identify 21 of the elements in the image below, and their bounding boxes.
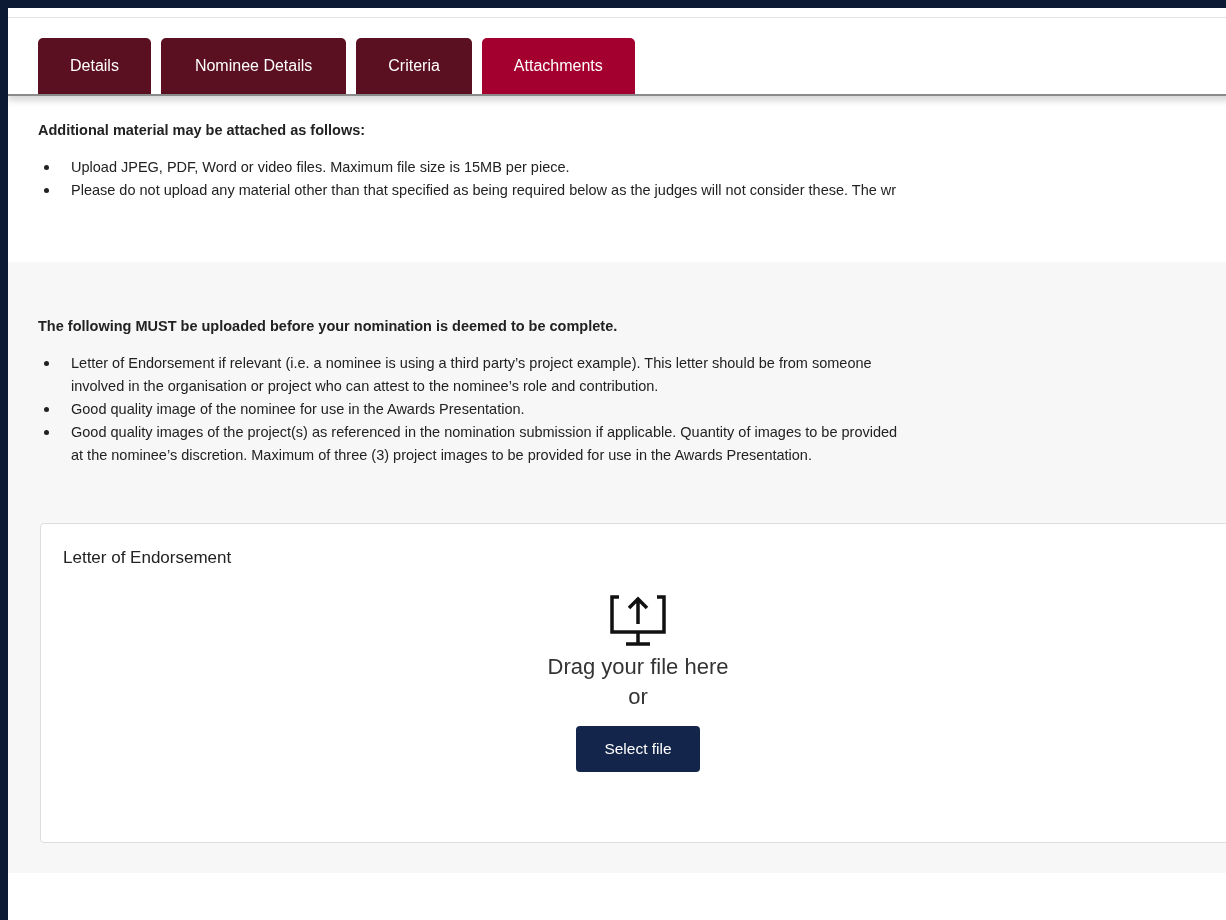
list-item-text: Good quality image of the nominee for use in the Awards Presentation. [71, 400, 525, 419]
list-item-text: Good quality images of the project(s) as referenced in the nomination submission if applicable. Quantity of images to be provided at the nominee’s discretion. Maximum of three (3) project images to be provided for use in the Awards Presentation. [71, 423, 898, 465]
or-text: or [628, 684, 648, 710]
bullet-icon [44, 165, 49, 170]
list-item-text: Please do not upload any material other than that specified as being required below as the judges will not consider these. The wr [71, 181, 897, 200]
bullet-icon [44, 188, 49, 193]
select-file-button[interactable]: Select file [576, 726, 700, 772]
list-item-text: Upload JPEG, PDF, Word or video files. Maximum file size is 15MB per piece. [71, 158, 570, 177]
upload-title: Letter of Endorsement [63, 548, 233, 568]
drop-text: Drag your file here [547, 654, 729, 680]
section-heading: Additional material may be attached as follows: [38, 122, 367, 138]
bullet-icon [44, 361, 49, 366]
bullet-icon [44, 430, 49, 435]
list-item-text: Letter of Endorsement if relevant (i.e. a nominee is using a third party’s project example). This letter should be from someone involved in the organisation or project who can attest to the nominee’s role and contribution. [71, 354, 872, 396]
tab[interactable]: Details [38, 38, 151, 94]
tab[interactable]: Attachments [481, 38, 635, 94]
upload-icon [609, 594, 667, 648]
section-heading: The following MUST be uploaded before your nomination is deemed to be complete. [38, 318, 619, 334]
tab[interactable]: Criteria [356, 38, 472, 94]
tab[interactable]: Nominee Details [160, 38, 347, 94]
bullet-icon [44, 407, 49, 412]
